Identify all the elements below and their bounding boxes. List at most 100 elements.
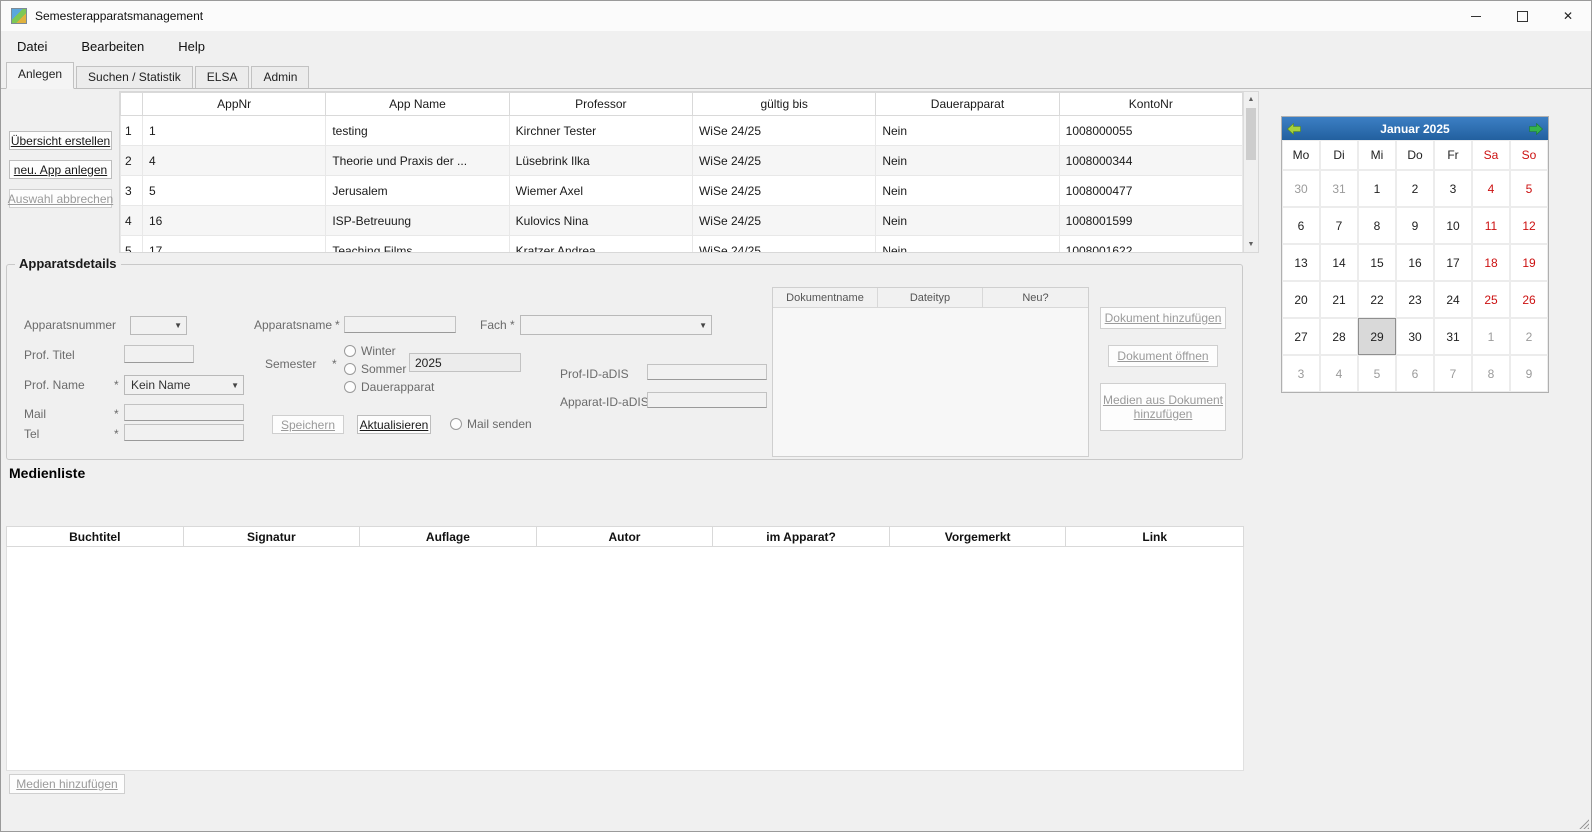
calendar-day[interactable]: 16 (1396, 244, 1434, 281)
medien-col-link[interactable]: Link (1066, 527, 1243, 546)
col-header-appname[interactable]: App Name (326, 93, 509, 116)
close-button[interactable]: ✕ (1545, 1, 1591, 31)
menu-item-help[interactable]: Help (168, 35, 215, 58)
cell-gueltig-bis[interactable]: WiSe 24/25 (692, 236, 875, 254)
mail-field[interactable] (124, 404, 244, 421)
mail-senden-checkbox[interactable] (450, 418, 462, 430)
calendar-day[interactable]: 27 (1282, 318, 1320, 355)
tab-admin[interactable]: Admin (251, 66, 309, 88)
calendar-day[interactable]: 4 (1472, 170, 1510, 207)
semester-year-field[interactable] (409, 353, 521, 372)
scrollbar-thumb[interactable] (1246, 108, 1256, 160)
col-header-dauerapparat[interactable]: Dauerapparat (876, 93, 1059, 116)
cell-dauerapparat[interactable]: Nein (876, 236, 1059, 254)
create-overview-button[interactable]: Übersicht erstellen (9, 131, 112, 150)
calendar-day[interactable]: 31 (1320, 170, 1358, 207)
cell-appname[interactable]: Jerusalem (326, 176, 509, 206)
calendar-day[interactable]: 23 (1396, 281, 1434, 318)
medien-col-im-apparat[interactable]: im Apparat? (713, 527, 890, 546)
cell-dauerapparat[interactable]: Nein (876, 206, 1059, 236)
col-header-professor[interactable]: Professor (509, 93, 692, 116)
calendar-day[interactable]: 24 (1434, 281, 1472, 318)
calendar-day[interactable]: 4 (1320, 355, 1358, 392)
winter-radio[interactable] (344, 345, 356, 357)
scroll-up-icon[interactable]: ▲ (1244, 92, 1258, 107)
dokument-oeffnen-button[interactable]: Dokument öffnen (1108, 345, 1218, 367)
calendar-day[interactable]: 7 (1434, 355, 1472, 392)
calendar-day[interactable]: 3 (1434, 170, 1472, 207)
calendar-day[interactable]: 26 (1510, 281, 1548, 318)
calendar-day[interactable]: 5 (1358, 355, 1396, 392)
cell-professor[interactable]: Kratzer Andrea (509, 236, 692, 254)
calendar-day[interactable]: 20 (1282, 281, 1320, 318)
apparatsnummer-combo[interactable]: ▼ (130, 316, 187, 335)
calendar-day[interactable]: 8 (1358, 207, 1396, 244)
cell-gueltig-bis[interactable]: WiSe 24/25 (692, 206, 875, 236)
col-header-appnr[interactable]: AppNr (143, 93, 326, 116)
prof-titel-field[interactable] (124, 345, 194, 363)
cell-professor[interactable]: Kulovics Nina (509, 206, 692, 236)
calendar-day[interactable]: 13 (1282, 244, 1320, 281)
cell-appnr[interactable]: 17 (143, 236, 326, 254)
cell-rownum[interactable]: 4 (121, 206, 143, 236)
cell-professor[interactable]: Kirchner Tester (509, 116, 692, 146)
doc-col-dateityp[interactable]: Dateityp (878, 288, 983, 308)
medien-col-vorgemerkt[interactable]: Vorgemerkt (890, 527, 1067, 546)
maximize-button[interactable] (1499, 1, 1545, 31)
calendar-day[interactable]: 9 (1396, 207, 1434, 244)
calendar-day-selected[interactable]: 29 (1358, 318, 1396, 355)
calendar-day[interactable]: 6 (1282, 207, 1320, 244)
col-header-gueltig-bis[interactable]: gültig bis (692, 93, 875, 116)
cell-appname[interactable]: Theorie und Praxis der ... (326, 146, 509, 176)
medien-col-autor[interactable]: Autor (537, 527, 714, 546)
calendar-day[interactable]: 15 (1358, 244, 1396, 281)
cell-appnr[interactable]: 4 (143, 146, 326, 176)
cell-kontonr[interactable]: 1008000344 (1059, 146, 1242, 176)
minimize-button[interactable] (1453, 1, 1499, 31)
medienliste-body[interactable] (6, 547, 1244, 771)
cell-kontonr[interactable]: 1008000477 (1059, 176, 1242, 206)
cell-appname[interactable]: testing (326, 116, 509, 146)
calendar-day[interactable]: 30 (1396, 318, 1434, 355)
cell-gueltig-bis[interactable]: WiSe 24/25 (692, 116, 875, 146)
cell-appname[interactable]: Teaching Films (326, 236, 509, 254)
cell-appnr[interactable]: 5 (143, 176, 326, 206)
cell-kontonr[interactable]: 1008001599 (1059, 206, 1242, 236)
medien-hinzufuegen-button[interactable]: Medien hinzufügen (9, 774, 125, 794)
calendar-day[interactable]: 8 (1472, 355, 1510, 392)
calendar-day[interactable]: 2 (1396, 170, 1434, 207)
calendar-day[interactable]: 25 (1472, 281, 1510, 318)
cell-rownum[interactable]: 3 (121, 176, 143, 206)
calendar-day[interactable]: 28 (1320, 318, 1358, 355)
calendar-day[interactable]: 7 (1320, 207, 1358, 244)
calendar-day[interactable]: 9 (1510, 355, 1548, 392)
col-header-rownum[interactable] (121, 93, 143, 116)
menu-item-datei[interactable]: Datei (7, 35, 57, 58)
col-header-kontonr[interactable]: KontoNr (1059, 93, 1242, 116)
table-row[interactable]: 1 1 testing Kirchner Tester WiSe 24/25 N… (121, 116, 1243, 146)
cell-dauerapparat[interactable]: Nein (876, 116, 1059, 146)
calendar-day[interactable]: 6 (1396, 355, 1434, 392)
tab-suchen-statistik[interactable]: Suchen / Statistik (76, 66, 193, 88)
menu-item-bearbeiten[interactable]: Bearbeiten (71, 35, 154, 58)
medien-aus-dokument-button[interactable]: Medien aus Dokument hinzufügen (1100, 383, 1226, 431)
resize-grip-icon[interactable] (1577, 817, 1589, 829)
calendar-day[interactable]: 3 (1282, 355, 1320, 392)
apparatsname-field[interactable] (344, 316, 456, 333)
tab-elsa[interactable]: ELSA (195, 66, 250, 88)
speichern-button[interactable]: Speichern (272, 415, 344, 434)
calendar-day[interactable]: 31 (1434, 318, 1472, 355)
calendar-day[interactable]: 1 (1358, 170, 1396, 207)
cell-professor[interactable]: Lüsebrink Ilka (509, 146, 692, 176)
calendar-day[interactable]: 18 (1472, 244, 1510, 281)
calendar-day[interactable]: 1 (1472, 318, 1510, 355)
cell-rownum[interactable]: 1 (121, 116, 143, 146)
new-app-button[interactable]: neu. App anlegen (9, 160, 112, 179)
cell-appname[interactable]: ISP-Betreuung (326, 206, 509, 236)
calendar-day[interactable]: 22 (1358, 281, 1396, 318)
cancel-selection-button[interactable]: Auswahl abbrechen (9, 189, 112, 208)
prof-id-adis-field[interactable] (647, 364, 767, 380)
medien-col-signatur[interactable]: Signatur (184, 527, 361, 546)
dokument-hinzufuegen-button[interactable]: Dokument hinzufügen (1100, 307, 1226, 329)
calendar-day[interactable]: 5 (1510, 170, 1548, 207)
